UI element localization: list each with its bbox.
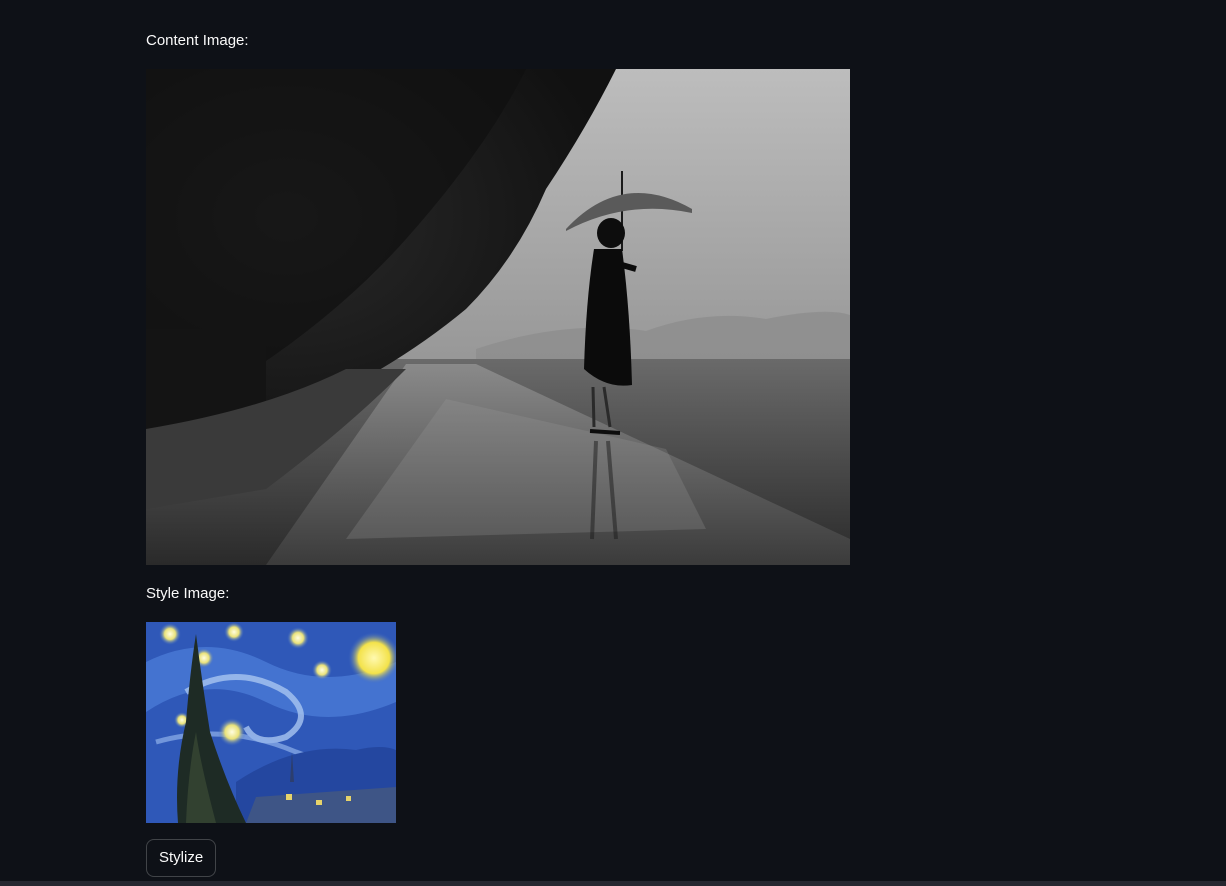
content-image-graphic <box>146 69 850 565</box>
style-image-label: Style Image: <box>146 585 230 602</box>
style-image-graphic <box>146 622 396 823</box>
content-image-label: Content Image: <box>146 32 249 49</box>
bottom-divider <box>0 881 1226 886</box>
content-image <box>146 69 850 565</box>
style-image <box>146 622 396 823</box>
app-root: Content Image: Style Image: Stylize <box>0 0 1226 886</box>
stylize-button[interactable]: Stylize <box>146 839 217 877</box>
